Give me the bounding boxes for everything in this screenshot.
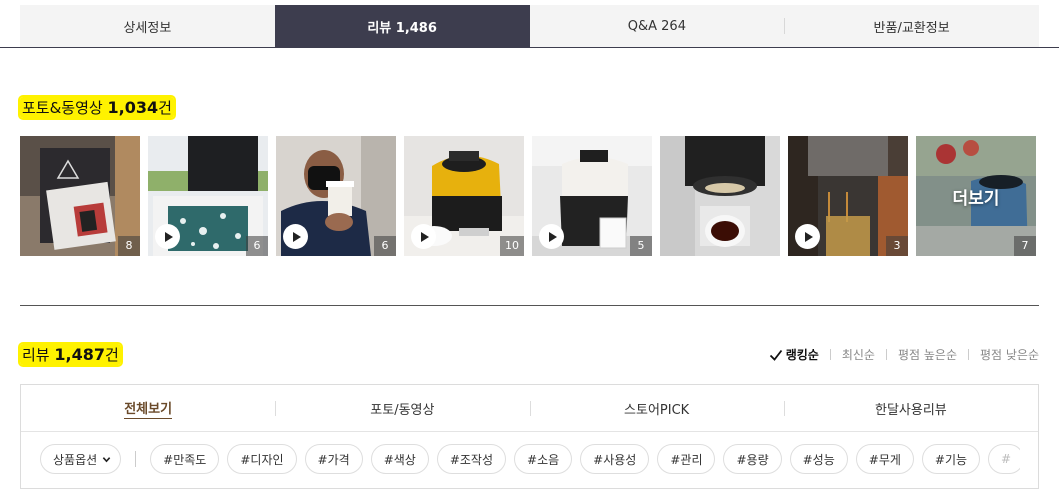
review-thumbnail[interactable]: 10	[404, 136, 524, 256]
tag-chip-performance[interactable]: #성능	[789, 444, 848, 474]
tag-chip-noise[interactable]: #소음	[514, 444, 573, 474]
media-count-badge: 6	[246, 236, 268, 256]
review-thumbnail[interactable]	[660, 136, 780, 256]
tag-chip-usability[interactable]: #사용성	[580, 444, 650, 474]
review-thumbnail[interactable]: 3	[788, 136, 908, 256]
review-filter-tabs: 전체보기 포토/동영상 스토어PICK 한달사용리뷰	[21, 385, 1038, 432]
sort-ranking[interactable]: 랭킹순	[769, 346, 819, 363]
product-tabs: 상세정보 리뷰 1,486 Q&A 264 반품/교환정보	[20, 5, 1039, 47]
media-count-badge: 5	[630, 236, 652, 256]
check-icon	[769, 349, 782, 361]
review-thumbnail[interactable]: 8	[20, 136, 140, 256]
thumbnail-image	[660, 136, 780, 256]
more-photos-thumbnail[interactable]: 더보기 7	[916, 136, 1036, 256]
tag-chip-color[interactable]: #색상	[370, 444, 429, 474]
tag-chip-weight[interactable]: #무게	[855, 444, 914, 474]
sort-latest[interactable]: 최신순	[842, 346, 875, 363]
media-count-badge: 6	[374, 236, 396, 256]
video-play-icon	[283, 224, 308, 249]
video-play-icon	[539, 224, 564, 249]
tag-chip-price[interactable]: #가격	[304, 444, 363, 474]
filter-tab-all[interactable]: 전체보기	[21, 385, 275, 431]
filter-tab-month-review[interactable]: 한달사용리뷰	[783, 385, 1038, 431]
photo-video-title: 포토&동영상 1,034건	[20, 97, 174, 118]
review-sort-options: 랭킹순 최신순 평점 높은순 평점 낮은순	[769, 346, 1039, 363]
filter-tab-store-pick[interactable]: 스토어PICK	[529, 385, 784, 431]
review-thumbnail[interactable]: 6	[148, 136, 268, 256]
review-tag-chips: 상품옵션 #만족도 #디자인 #가격 #색상 #조작성 #소음 #사용성 #관리…	[40, 444, 1020, 474]
filter-tab-month-review-label: 한달사용리뷰	[874, 402, 947, 418]
tag-chip-maintenance[interactable]: #관리	[657, 444, 716, 474]
filter-tab-all-label: 전체보기	[124, 398, 173, 419]
sort-rating-low[interactable]: 평점 낮은순	[980, 346, 1039, 363]
tag-chip-operability[interactable]: #조작성	[436, 444, 507, 474]
review-title-label: 리뷰	[22, 346, 50, 364]
photo-thumbnail-strip: 8 6 6 10 5 3 더보기 7	[20, 136, 1039, 256]
media-count-badge: 10	[500, 236, 524, 256]
review-thumbnail[interactable]: 5	[532, 136, 652, 256]
sort-rating-low-label: 평점 낮은순	[979, 348, 1039, 362]
media-count-badge: 3	[886, 236, 908, 256]
sort-separator	[967, 349, 969, 360]
sort-separator	[885, 349, 887, 360]
tab-qna[interactable]: Q&A 264	[530, 5, 785, 47]
review-count-title: 리뷰 1,487건	[20, 344, 121, 365]
photo-title-label: 포토&동영상	[22, 99, 103, 117]
photo-title-suffix: 건	[158, 99, 172, 117]
tag-chip-design[interactable]: #디자인	[227, 444, 297, 474]
video-play-icon	[795, 224, 820, 249]
product-option-label: 상품옵션	[53, 452, 98, 467]
review-title-suffix: 건	[105, 346, 119, 364]
review-thumbnail[interactable]: 6	[276, 136, 396, 256]
product-option-dropdown[interactable]: 상품옵션	[40, 444, 122, 474]
sort-rating-high[interactable]: 평점 높은순	[898, 346, 957, 363]
filter-tab-photo-video-label: 포토/동영상	[370, 402, 435, 418]
sort-separator	[829, 349, 831, 360]
media-count-badge: 7	[1014, 236, 1036, 256]
media-count-badge: 8	[118, 236, 140, 256]
chip-separator	[135, 451, 137, 467]
video-play-icon	[411, 224, 436, 249]
video-play-icon	[155, 224, 180, 249]
sort-latest-label: 최신순	[841, 348, 875, 362]
chevron-down-icon	[102, 456, 111, 462]
filter-tab-photo-video[interactable]: 포토/동영상	[275, 385, 529, 431]
sort-ranking-label: 랭킹순	[785, 348, 819, 362]
tab-detail-info[interactable]: 상세정보	[20, 5, 275, 47]
tag-chip-partial[interactable]: #	[988, 444, 1020, 474]
review-title-count: 1,487	[54, 345, 105, 364]
tag-chip-capacity[interactable]: #용량	[723, 444, 782, 474]
photo-title-count: 1,034	[107, 98, 159, 117]
tag-chip-satisfaction[interactable]: #만족도	[150, 444, 220, 474]
tag-chip-function[interactable]: #기능	[921, 444, 981, 474]
tab-reviews[interactable]: 리뷰 1,486	[274, 5, 530, 47]
section-divider	[20, 305, 1039, 306]
tab-return-exchange[interactable]: 반품/교환정보	[784, 5, 1039, 47]
tabs-underline	[0, 47, 1059, 48]
filter-tab-store-pick-label: 스토어PICK	[624, 402, 690, 418]
review-filter-panel: 전체보기 포토/동영상 스토어PICK 한달사용리뷰 상품옵션 #만족도 #디자…	[20, 384, 1039, 489]
sort-rating-high-label: 평점 높은순	[897, 348, 957, 362]
